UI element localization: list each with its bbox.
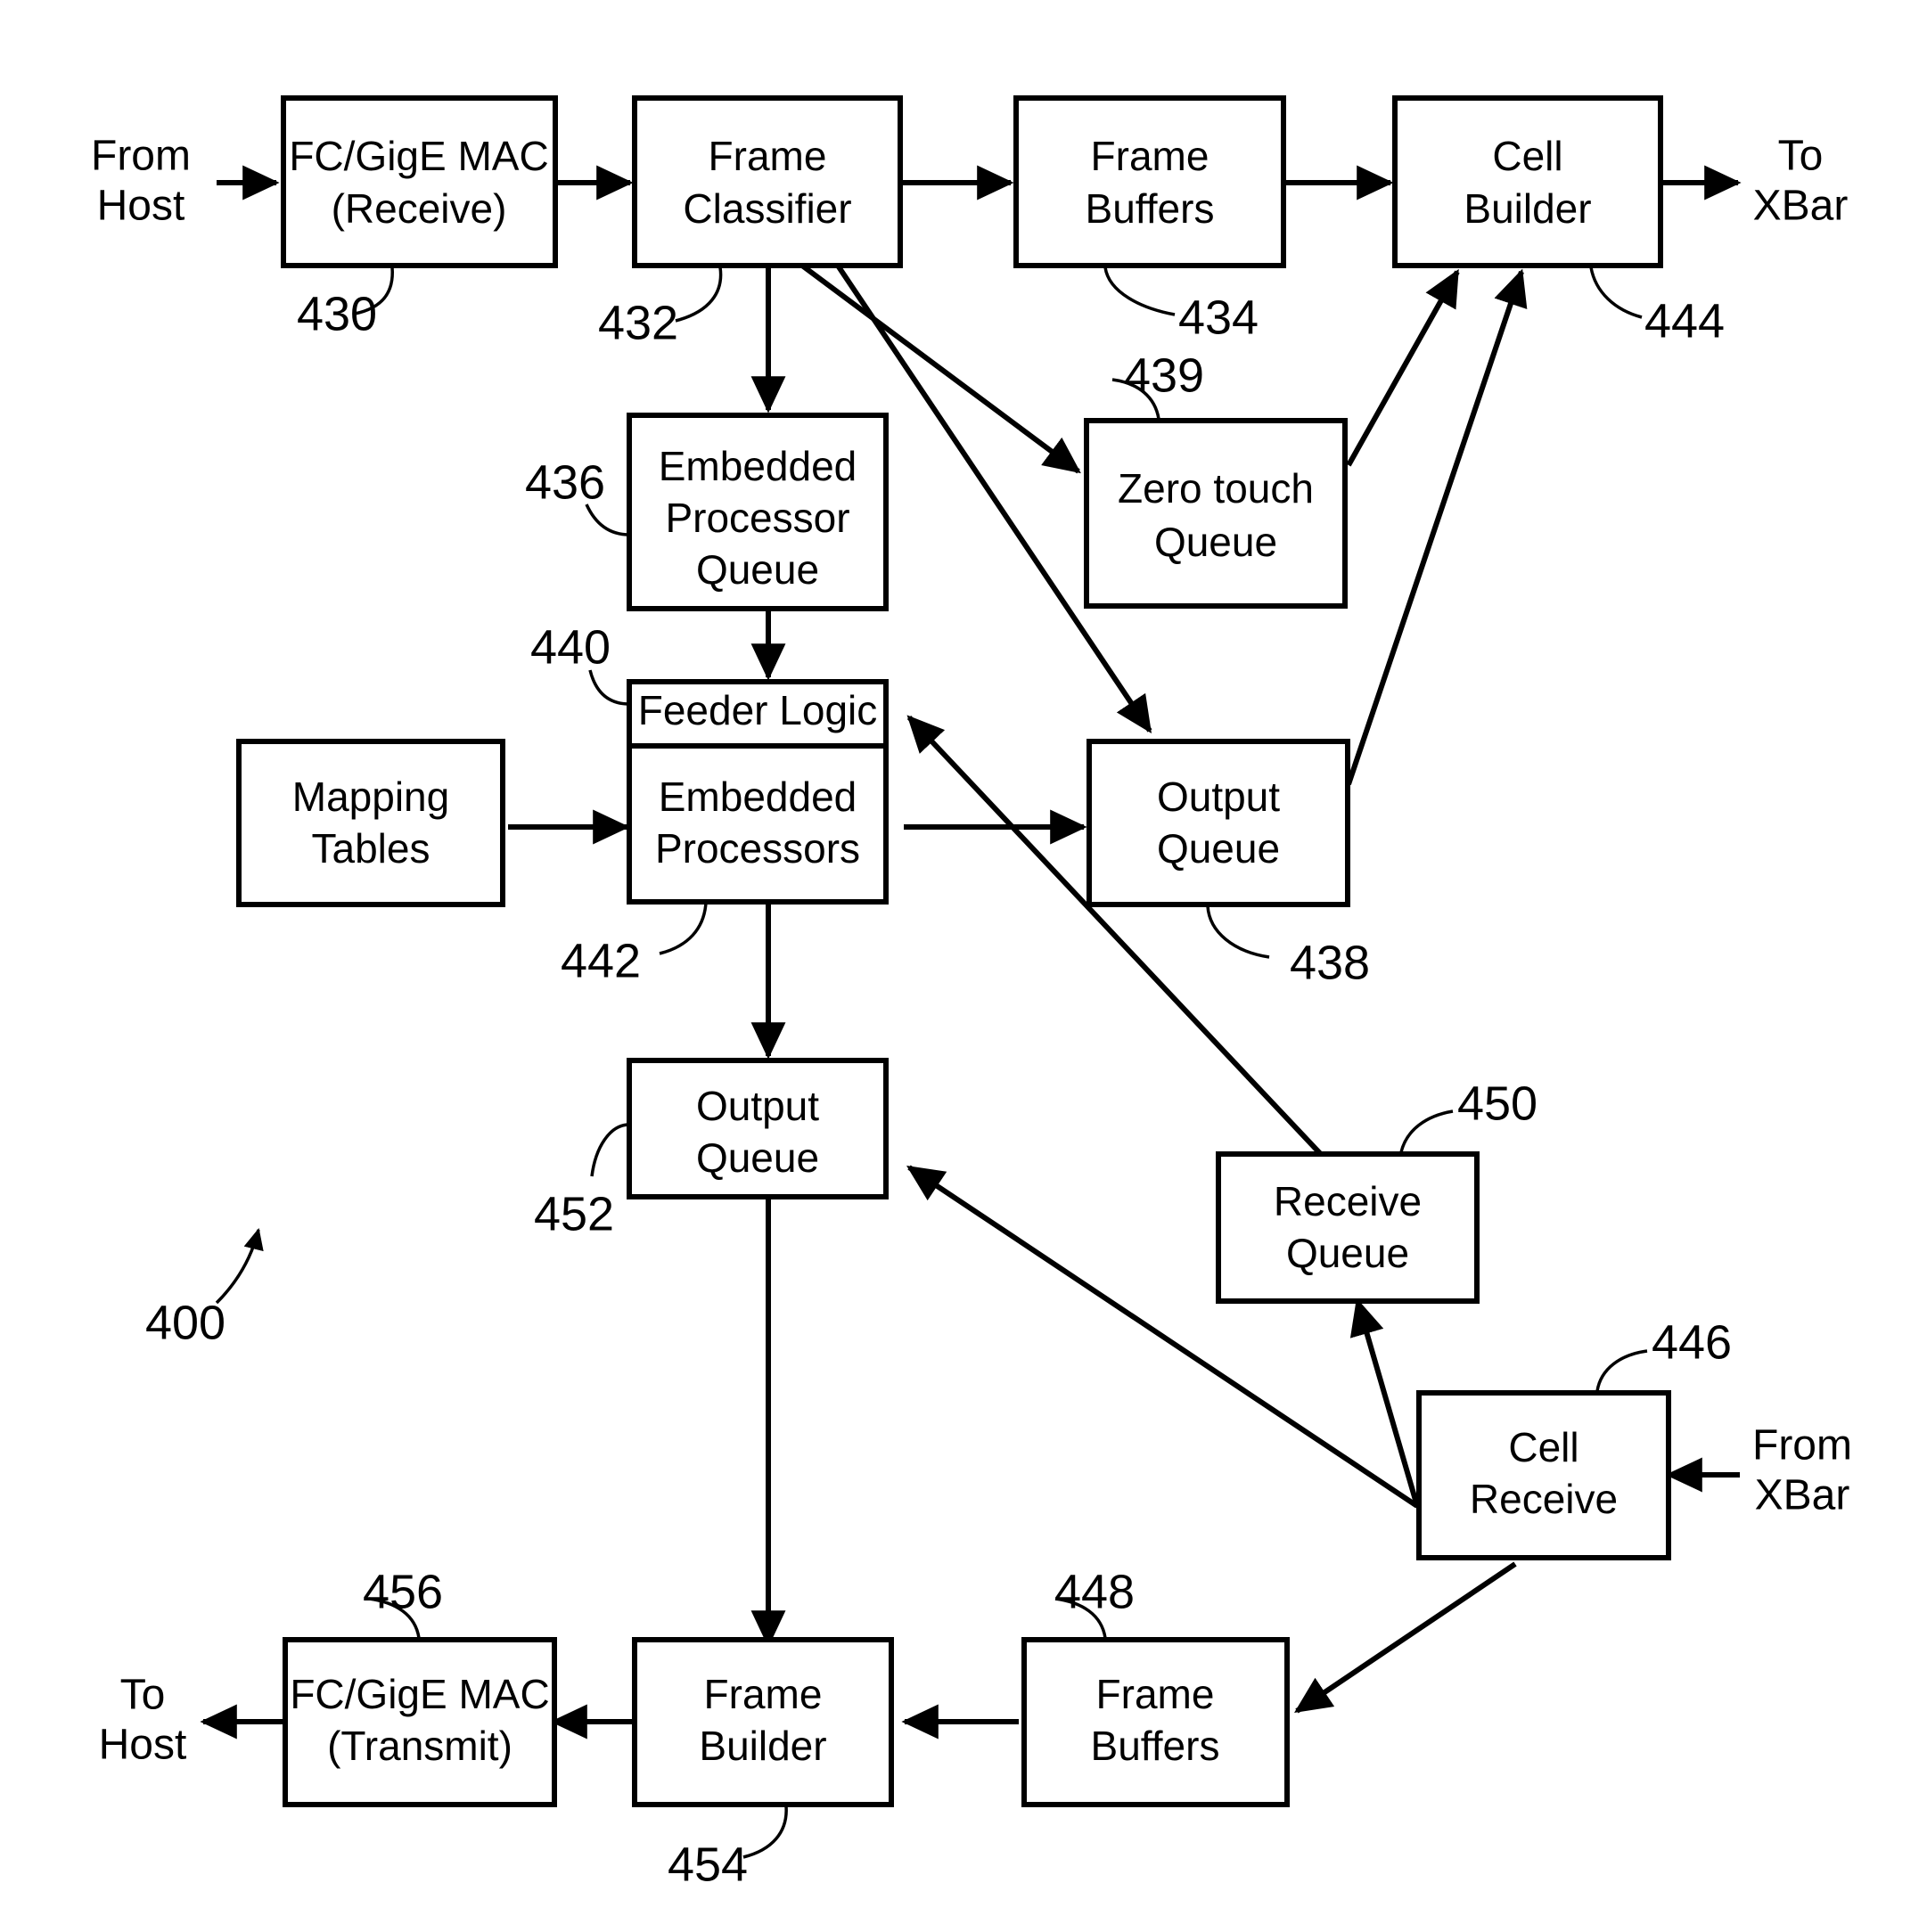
box-frame-buffers-bottom-line-2: Buffers bbox=[1091, 1723, 1220, 1769]
box-cell-builder-line-1: Cell bbox=[1492, 133, 1562, 179]
box-output-queue-452[interactable]: Output Queue bbox=[627, 1058, 889, 1199]
ref-num-442: 442 bbox=[561, 934, 641, 987]
label-from-host: From Host bbox=[91, 133, 191, 230]
box-frame-buffers-top[interactable]: Frame Buffers bbox=[1013, 95, 1286, 268]
box-receive-queue-line-1: Receive bbox=[1274, 1178, 1422, 1224]
box-frame-classifier-line-1: Frame bbox=[709, 133, 827, 179]
box-cell-receive-line-1: Cell bbox=[1508, 1424, 1578, 1470]
box-frame-buffers-top-line-1: Frame bbox=[1091, 133, 1210, 179]
leader-454 bbox=[742, 1805, 788, 1859]
box-zero-touch-queue-line-2: Queue bbox=[1154, 519, 1277, 565]
patent-figure-400: FC/GigE MAC (Receive) Frame Classifier F… bbox=[0, 0, 1927, 1932]
box-frame-buffers-bottom-line-1: Frame bbox=[1096, 1671, 1215, 1717]
box-output-queue-452-line-2: Queue bbox=[696, 1134, 819, 1181]
box-frame-builder[interactable]: Frame Builder bbox=[632, 1637, 894, 1807]
connector-cell-receive-to-frame-buffers-448 bbox=[1294, 1561, 1517, 1714]
label-from-xbar-line-2: XBar bbox=[1755, 1472, 1850, 1519]
box-mac-receive[interactable]: FC/GigE MAC (Receive) bbox=[281, 95, 558, 268]
box-ep-queue-line-3: Queue bbox=[696, 546, 819, 593]
label-from-xbar: From XBar bbox=[1752, 1422, 1852, 1519]
box-mac-transmit-line-1: FC/GigE MAC bbox=[290, 1671, 549, 1717]
label-to-xbar: To XBar bbox=[1753, 133, 1849, 230]
leader-446 bbox=[1595, 1349, 1648, 1392]
box-cell-builder-line-2: Builder bbox=[1464, 185, 1591, 232]
label-to-host-line-2: Host bbox=[99, 1722, 187, 1769]
box-mac-transmit-line-2: (Transmit) bbox=[327, 1723, 512, 1769]
box-zero-touch-queue-line-1: Zero touch bbox=[1118, 465, 1314, 512]
box-mapping-tables[interactable]: Mapping Tables bbox=[236, 739, 505, 907]
box-receive-queue-line-2: Queue bbox=[1286, 1230, 1409, 1276]
connector-zero-touch-queue-to-cell-builder bbox=[1346, 268, 1460, 467]
leader-450 bbox=[1399, 1109, 1454, 1153]
leader-432 bbox=[675, 266, 723, 323]
leader-442 bbox=[659, 902, 708, 955]
box-cell-builder[interactable]: Cell Builder bbox=[1392, 95, 1663, 268]
diagram-canvas: FC/GigE MAC (Receive) Frame Classifier F… bbox=[91, 95, 1852, 1891]
ref-num-456: 456 bbox=[363, 1565, 443, 1618]
ref-num-446: 446 bbox=[1652, 1315, 1732, 1369]
leader-452 bbox=[590, 1123, 630, 1177]
ref-num-454: 454 bbox=[668, 1838, 748, 1891]
box-ep-queue-line-2: Processor bbox=[665, 495, 849, 541]
label-from-xbar-line-1: From bbox=[1752, 1422, 1852, 1469]
box-layer: FC/GigE MAC (Receive) Frame Classifier F… bbox=[236, 95, 1671, 1807]
ref-num-400: 400 bbox=[145, 1296, 226, 1349]
box-frame-classifier[interactable]: Frame Classifier bbox=[632, 95, 903, 268]
label-to-host-line-1: To bbox=[120, 1672, 166, 1719]
leader-440 bbox=[588, 669, 630, 706]
box-receive-queue[interactable]: Receive Queue bbox=[1216, 1151, 1480, 1304]
label-to-xbar-line-1: To bbox=[1778, 133, 1824, 180]
box-frame-buffers-top-line-2: Buffers bbox=[1086, 185, 1215, 232]
box-embedded-processors[interactable]: Embedded Processors bbox=[627, 743, 889, 905]
box-feeder-logic[interactable]: Feeder Logic bbox=[627, 679, 889, 749]
box-feeder-logic-label: Feeder Logic bbox=[638, 687, 878, 733]
box-mac-transmit[interactable]: FC/GigE MAC (Transmit) bbox=[283, 1637, 557, 1807]
box-embedded-processors-line-2: Processors bbox=[655, 825, 860, 872]
box-output-queue-438-line-1: Output bbox=[1157, 774, 1280, 820]
box-output-queue-438-line-2: Queue bbox=[1157, 825, 1280, 872]
ref-num-436: 436 bbox=[525, 455, 605, 509]
label-to-xbar-line-2: XBar bbox=[1753, 183, 1849, 230]
ref-num-434: 434 bbox=[1178, 291, 1259, 344]
ref-num-440: 440 bbox=[530, 620, 611, 674]
leader-438 bbox=[1206, 905, 1270, 959]
label-to-host: To Host bbox=[99, 1672, 187, 1769]
leader-444 bbox=[1589, 266, 1643, 319]
ref-num-444: 444 bbox=[1644, 294, 1725, 348]
box-mac-receive-line-1: FC/GigE MAC bbox=[289, 133, 548, 179]
box-frame-buffers-bottom[interactable]: Frame Buffers bbox=[1021, 1637, 1290, 1807]
box-frame-builder-line-2: Builder bbox=[699, 1723, 826, 1769]
box-embedded-processor-queue[interactable]: Embedded Processor Queue bbox=[627, 413, 889, 611]
box-frame-classifier-line-2: Classifier bbox=[683, 185, 851, 232]
ref-num-439: 439 bbox=[1124, 348, 1204, 402]
box-zero-touch-queue[interactable]: Zero touch Queue bbox=[1084, 418, 1348, 609]
leader-434 bbox=[1103, 266, 1176, 316]
box-cell-receive-line-2: Receive bbox=[1470, 1476, 1618, 1522]
ref-num-430: 430 bbox=[297, 287, 377, 340]
box-frame-builder-line-1: Frame bbox=[704, 1671, 823, 1717]
box-mac-receive-line-2: (Receive) bbox=[332, 185, 507, 232]
ref-num-438: 438 bbox=[1290, 936, 1370, 989]
ref-num-450: 450 bbox=[1457, 1077, 1538, 1130]
box-output-queue-438[interactable]: Output Queue bbox=[1086, 739, 1350, 907]
ref-num-448: 448 bbox=[1054, 1565, 1135, 1618]
box-cell-receive[interactable]: Cell Receive bbox=[1416, 1390, 1671, 1560]
label-from-host-line-2: Host bbox=[97, 183, 185, 230]
label-from-host-line-1: From bbox=[91, 133, 191, 180]
ref-num-432: 432 bbox=[598, 296, 678, 349]
box-ep-queue-line-1: Embedded bbox=[659, 443, 857, 489]
leader-400 bbox=[215, 1227, 264, 1305]
box-embedded-processors-line-1: Embedded bbox=[659, 774, 857, 820]
connector-output-queue-438-to-cell-builder bbox=[1346, 268, 1528, 785]
box-mapping-tables-line-1: Mapping bbox=[292, 774, 449, 820]
ref-num-452: 452 bbox=[534, 1187, 614, 1240]
box-mapping-tables-line-2: Tables bbox=[312, 825, 430, 872]
box-output-queue-452-line-1: Output bbox=[696, 1083, 819, 1129]
